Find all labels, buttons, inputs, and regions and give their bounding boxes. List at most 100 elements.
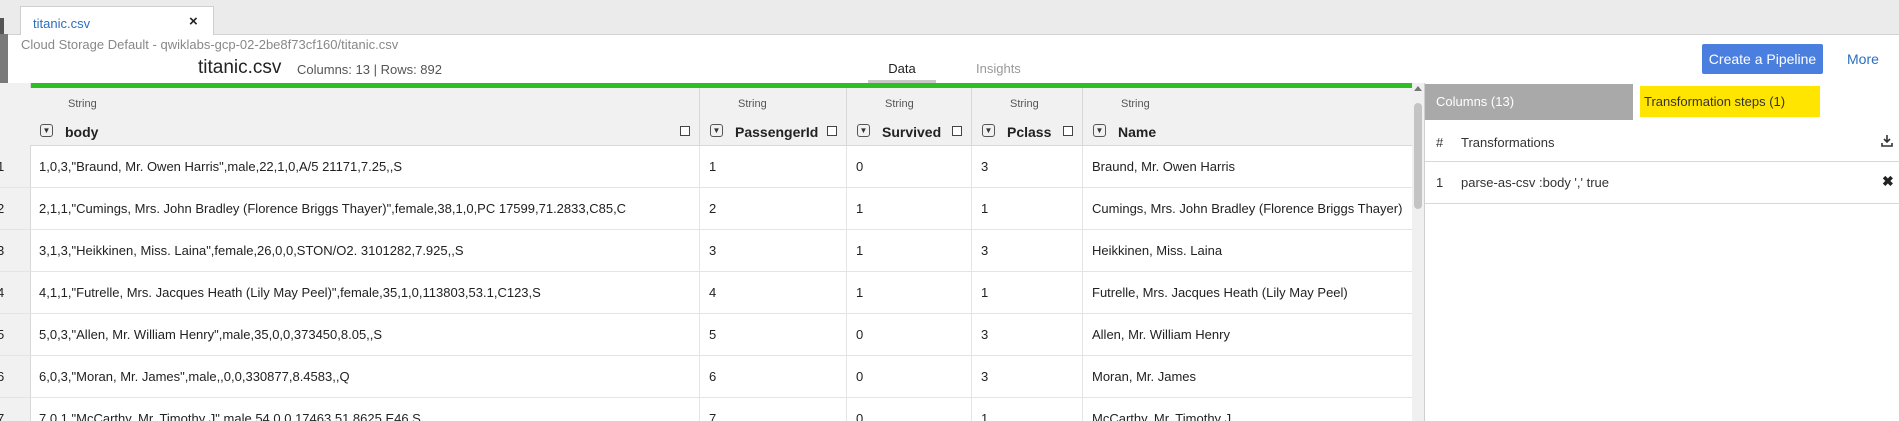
cell-pclass[interactable]: 1 — [972, 272, 1083, 313]
chevron-down-icon[interactable]: ▼ — [40, 124, 53, 137]
cell-body[interactable]: 2,1,1,"Cumings, Mrs. John Bradley (Flore… — [30, 188, 700, 229]
create-pipeline-button[interactable]: Create a Pipeline — [1702, 44, 1823, 74]
cell-name[interactable]: Braund, Mr. Owen Harris — [1083, 146, 1412, 187]
cell-passengerid[interactable]: 5 — [700, 314, 847, 355]
column-select-checkbox[interactable] — [1063, 126, 1073, 136]
cell-name[interactable]: Futrelle, Mrs. Jacques Heath (Lily May P… — [1083, 272, 1412, 313]
row-number: 1 — [0, 146, 31, 187]
cell-body[interactable]: 4,1,1,"Futrelle, Mrs. Jacques Heath (Lil… — [30, 272, 700, 313]
chevron-down-icon[interactable]: ▼ — [857, 124, 870, 137]
tab-data-label: Data — [888, 61, 916, 76]
scrollbar-thumb[interactable] — [1414, 103, 1422, 209]
cell-name[interactable]: Moran, Mr. James — [1083, 356, 1412, 397]
column-header-body[interactable]: String ▼ body — [30, 88, 700, 146]
row-number: 6 — [0, 356, 31, 397]
dataset-path: Cloud Storage Default - qwiklabs-gcp-02-… — [21, 37, 399, 52]
cell-survived[interactable]: 1 — [847, 272, 972, 313]
cell-passengerid[interactable]: 2 — [700, 188, 847, 229]
tab-insights[interactable]: Insights — [976, 61, 1021, 76]
column-name: Survived — [882, 124, 942, 140]
tabstrip-edge — [0, 18, 4, 34]
cell-pclass[interactable]: 3 — [972, 230, 1083, 271]
column-header-survived[interactable]: String ▼ Survived — [847, 88, 972, 146]
column-select-checkbox[interactable] — [827, 126, 837, 136]
column-type: String — [1121, 98, 1150, 110]
page-title: titanic.csv — [198, 57, 282, 78]
column-select-checkbox[interactable] — [952, 126, 962, 136]
cell-body[interactable]: 5,0,3,"Allen, Mr. William Henry",male,35… — [30, 314, 700, 355]
step-directive: parse-as-csv :body ',' true — [1461, 175, 1610, 190]
chevron-down-icon[interactable]: ▼ — [1093, 124, 1106, 137]
left-edge-bar — [0, 34, 8, 84]
column-name: body — [65, 124, 99, 140]
tab-data[interactable]: Data — [868, 61, 936, 84]
close-icon[interactable]: × — [189, 13, 198, 30]
file-tab-label[interactable]: titanic.csv — [33, 16, 90, 31]
file-tab[interactable]: titanic.csv × — [20, 6, 214, 35]
cell-passengerid[interactable]: 4 — [700, 272, 847, 313]
table-row[interactable]: 6 6,0,3,"Moran, Mr. James",male,,0,0,330… — [0, 356, 1412, 398]
cell-passengerid[interactable]: 1 — [700, 146, 847, 187]
table-row[interactable]: 7 7,0,1,"McCarthy, Mr. Timothy J",male,5… — [0, 398, 1412, 421]
tab-columns[interactable]: Columns (13) — [1425, 84, 1633, 120]
cell-name[interactable]: Heikkinen, Miss. Laina — [1083, 230, 1412, 271]
chevron-down-icon[interactable]: ▼ — [710, 124, 723, 137]
cell-survived[interactable]: 1 — [847, 230, 972, 271]
download-icon[interactable] — [1880, 134, 1894, 148]
transformations-title: Transformations — [1461, 135, 1555, 150]
cell-body[interactable]: 1,0,3,"Braund, Mr. Owen Harris",male,22,… — [30, 146, 700, 187]
column-type: String — [1010, 98, 1039, 110]
column-header-passengerid[interactable]: String ▼ PassengerId — [700, 88, 847, 146]
file-tab-strip: titanic.csv × — [0, 0, 1899, 35]
row-number: 4 — [0, 272, 31, 313]
cell-survived[interactable]: 0 — [847, 398, 972, 421]
row-number: 7 — [0, 398, 31, 421]
dataset-meta: Columns: 13 | Rows: 892 — [297, 62, 442, 77]
cell-survived[interactable]: 0 — [847, 356, 972, 397]
table-row[interactable]: 1 1,0,3,"Braund, Mr. Owen Harris",male,2… — [0, 146, 1412, 188]
column-header-name[interactable]: String ▼ Name — [1083, 88, 1412, 146]
cell-body[interactable]: 6,0,3,"Moran, Mr. James",male,,0,0,33087… — [30, 356, 700, 397]
column-name: Pclass — [1007, 124, 1052, 140]
cell-survived[interactable]: 0 — [847, 314, 972, 355]
scroll-up-arrow-icon[interactable] — [1414, 86, 1422, 91]
cell-pclass[interactable]: 1 — [972, 398, 1083, 421]
table-row[interactable]: 5 5,0,3,"Allen, Mr. William Henry",male,… — [0, 314, 1412, 356]
delete-step-icon[interactable]: ✖ — [1882, 173, 1894, 190]
table-row[interactable]: 2 2,1,1,"Cumings, Mrs. John Bradley (Flo… — [0, 188, 1412, 230]
step-number-header: # — [1436, 135, 1444, 150]
more-link[interactable]: More — [1847, 51, 1879, 67]
row-number: 3 — [0, 230, 31, 271]
cell-pclass[interactable]: 3 — [972, 356, 1083, 397]
step-number: 1 — [1436, 175, 1444, 190]
column-select-checkbox[interactable] — [680, 126, 690, 136]
table-row[interactable]: 4 4,1,1,"Futrelle, Mrs. Jacques Heath (L… — [0, 272, 1412, 314]
cell-survived[interactable]: 0 — [847, 146, 972, 187]
cell-passengerid[interactable]: 3 — [700, 230, 847, 271]
cell-pclass[interactable]: 1 — [972, 188, 1083, 229]
grid-scrollbar[interactable] — [1412, 83, 1424, 421]
tab-transformation-steps[interactable]: Transformation steps (1) — [1640, 86, 1820, 117]
column-type: String — [68, 98, 97, 110]
transformations-header: # Transformations — [1425, 125, 1899, 162]
cell-name[interactable]: Allen, Mr. William Henry — [1083, 314, 1412, 355]
cell-pclass[interactable]: 3 — [972, 146, 1083, 187]
column-header-pclass[interactable]: String ▼ Pclass — [972, 88, 1083, 146]
cell-passengerid[interactable]: 7 — [700, 398, 847, 421]
cell-body[interactable]: 7,0,1,"McCarthy, Mr. Timothy J",male,54,… — [30, 398, 700, 421]
cell-name[interactable]: McCarthy, Mr. Timothy J — [1083, 398, 1412, 421]
row-number-header — [0, 83, 31, 146]
data-grid: String ▼ body String ▼ PassengerId Strin… — [0, 83, 1412, 421]
chevron-down-icon[interactable]: ▼ — [982, 124, 995, 137]
cell-survived[interactable]: 1 — [847, 188, 972, 229]
transformation-step[interactable]: 1 parse-as-csv :body ',' true ✖ — [1425, 163, 1899, 204]
column-name: PassengerId — [735, 124, 819, 140]
cell-pclass[interactable]: 3 — [972, 314, 1083, 355]
cell-body[interactable]: 3,1,3,"Heikkinen, Miss. Laina",female,26… — [30, 230, 700, 271]
cell-name[interactable]: Cumings, Mrs. John Bradley (Florence Bri… — [1083, 188, 1412, 229]
row-number: 2 — [0, 188, 31, 229]
column-type: String — [738, 98, 767, 110]
column-type: String — [885, 98, 914, 110]
cell-passengerid[interactable]: 6 — [700, 356, 847, 397]
table-row[interactable]: 3 3,1,3,"Heikkinen, Miss. Laina",female,… — [0, 230, 1412, 272]
